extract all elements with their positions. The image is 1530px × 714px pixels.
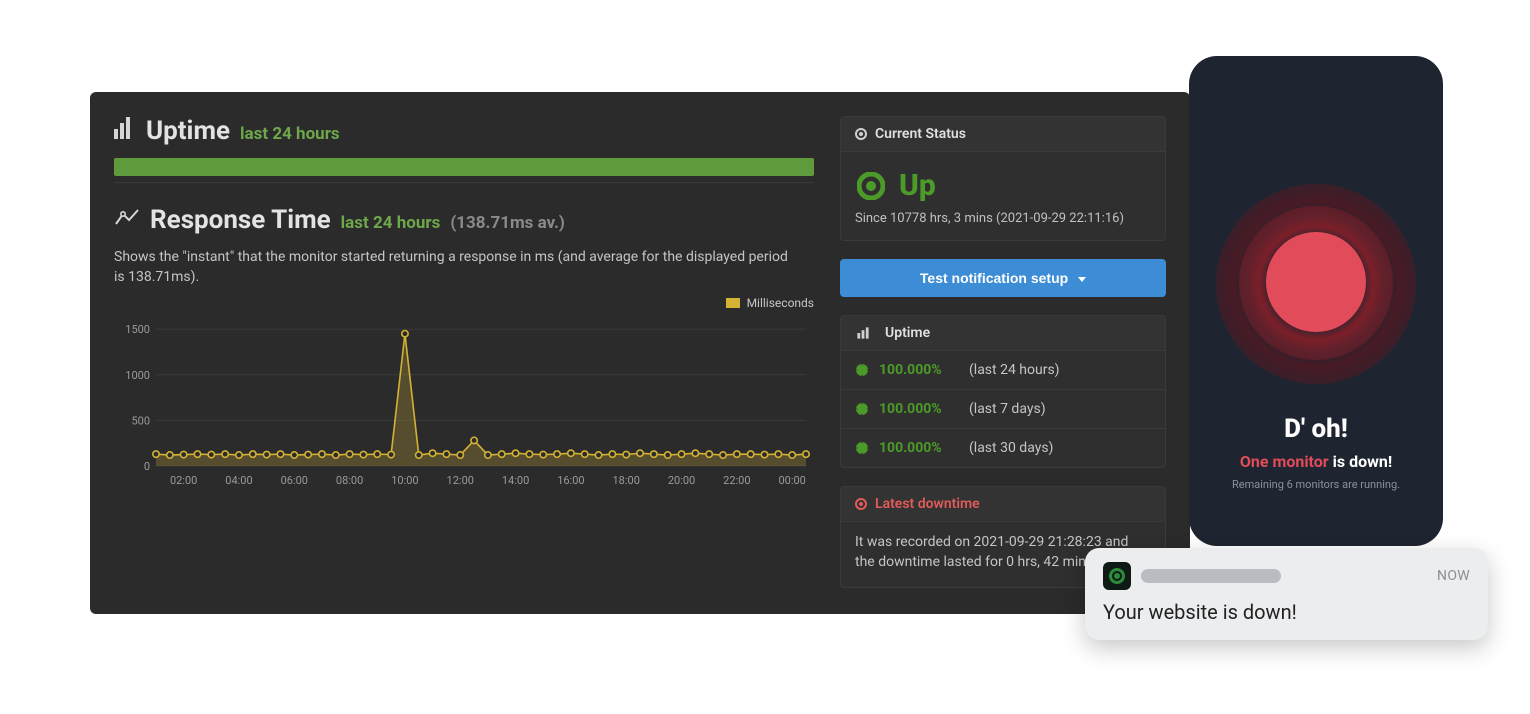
uptime-title-row: Uptime last 24 hours	[114, 116, 814, 146]
uptime-row: 100.000% (last 30 days)	[841, 428, 1165, 467]
response-description: Shows the "instant" that the monitor sta…	[114, 247, 794, 288]
legend-swatch	[726, 298, 740, 308]
divider	[114, 182, 814, 183]
uptime-period: (last 7 days)	[969, 401, 1046, 417]
status-up-icon	[857, 172, 885, 200]
phone-title: D' oh!	[1189, 414, 1443, 444]
toast-header: NOW	[1103, 562, 1470, 590]
chart-legend: Milliseconds	[114, 296, 814, 310]
trend-icon	[114, 208, 140, 228]
uptime-bar	[114, 158, 814, 176]
downtime-panel-header: Latest downtime	[841, 487, 1165, 522]
svg-text:12:00: 12:00	[447, 474, 474, 487]
bars-icon	[114, 117, 130, 139]
svg-text:500: 500	[131, 414, 150, 427]
phone-line2: Remaining 6 monitors are running.	[1189, 478, 1443, 491]
svg-text:0: 0	[144, 460, 150, 473]
response-title-row: Response Time last 24 hours (138.71ms av…	[114, 205, 814, 235]
toast-body: Your website is down!	[1103, 600, 1470, 624]
uptime-row: 100.000% (last 7 days)	[841, 389, 1165, 428]
uptime-pct: 100.000%	[879, 362, 959, 378]
svg-text:06:00: 06:00	[281, 474, 308, 487]
svg-text:00:00: 00:00	[778, 474, 805, 487]
phone-overlay: D' oh! One monitor is down! Remaining 6 …	[1189, 56, 1443, 546]
svg-text:20:00: 20:00	[668, 474, 695, 487]
response-chart: 0 500 1000 1500 02:00 04:00 06:00 08:00 10:00 12:…	[114, 314, 814, 490]
certificate-icon	[855, 402, 869, 416]
status-panel: Current Status Up Since 10778 hrs, 3 min…	[840, 116, 1166, 241]
chart-svg: 0 500 1000 1500 02:00 04:00 06:00 08:00 10:00 12:…	[114, 314, 814, 490]
status-up-label: Up	[899, 168, 936, 203]
uptime-panel: Uptime 100.000% (last 24 hours) 100.000% (l…	[840, 315, 1166, 468]
certificate-icon	[855, 441, 869, 455]
svg-text:10:00: 10:00	[391, 474, 418, 487]
svg-text:04:00: 04:00	[225, 474, 252, 487]
svg-text:14:00: 14:00	[502, 474, 529, 487]
legend-label: Milliseconds	[747, 296, 814, 310]
bars-icon	[857, 327, 868, 338]
svg-text:08:00: 08:00	[336, 474, 363, 487]
svg-text:1500: 1500	[125, 323, 150, 336]
uptime-pct: 100.000%	[879, 401, 959, 417]
phone-line1-accent: One monitor	[1240, 452, 1329, 471]
response-title: Response Time	[150, 205, 331, 235]
phone-line1: One monitor is down!	[1189, 452, 1443, 471]
toast-timestamp: NOW	[1437, 568, 1470, 584]
test-notification-button[interactable]: Test notification setup	[840, 259, 1166, 297]
svg-text:02:00: 02:00	[170, 474, 197, 487]
status-panel-body: Up Since 10778 hrs, 3 mins (2021-09-29 2…	[841, 152, 1165, 240]
svg-text:22:00: 22:00	[723, 474, 750, 487]
uptime-title: Uptime	[146, 116, 230, 146]
response-avg: (138.71ms av.)	[450, 213, 565, 233]
toast-title-placeholder	[1141, 569, 1281, 583]
svg-text:1000: 1000	[125, 368, 150, 381]
uptime-panel-body: 100.000% (last 24 hours) 100.000% (last 7 d…	[841, 351, 1165, 467]
downtime-panel-title: Latest downtime	[875, 496, 980, 512]
alert-red-dot	[1266, 232, 1366, 332]
uptime-period: (last 24 hours)	[969, 362, 1060, 378]
downtime-dot-icon	[855, 498, 867, 510]
phone-line1-rest: is down!	[1329, 452, 1393, 471]
certificate-icon	[855, 363, 869, 377]
uptime-period: (last 30 days)	[969, 440, 1053, 456]
uptime-subtitle: last 24 hours	[240, 124, 340, 144]
status-dot-icon	[855, 128, 867, 140]
uptime-pct: 100.000%	[879, 440, 959, 456]
left-column: Uptime last 24 hours Response Time last …	[114, 116, 814, 590]
toast-app-icon	[1103, 562, 1131, 590]
toast-notification[interactable]: NOW Your website is down!	[1085, 548, 1488, 640]
test-notification-label: Test notification setup	[920, 270, 1068, 286]
status-panel-title: Current Status	[875, 126, 966, 142]
dashboard-panel: Uptime last 24 hours Response Time last …	[90, 92, 1190, 614]
svg-text:16:00: 16:00	[557, 474, 584, 487]
uptime-panel-header: Uptime	[841, 316, 1165, 351]
status-panel-header: Current Status	[841, 117, 1165, 152]
status-since: Since 10778 hrs, 3 mins (2021-09-29 22:1…	[855, 211, 1151, 226]
uptime-row: 100.000% (last 24 hours)	[841, 351, 1165, 389]
caret-down-icon	[1078, 277, 1086, 282]
uptime-panel-title: Uptime	[885, 325, 930, 341]
svg-text:18:00: 18:00	[613, 474, 640, 487]
right-column: Current Status Up Since 10778 hrs, 3 min…	[840, 116, 1166, 590]
response-subtitle: last 24 hours	[341, 213, 441, 233]
